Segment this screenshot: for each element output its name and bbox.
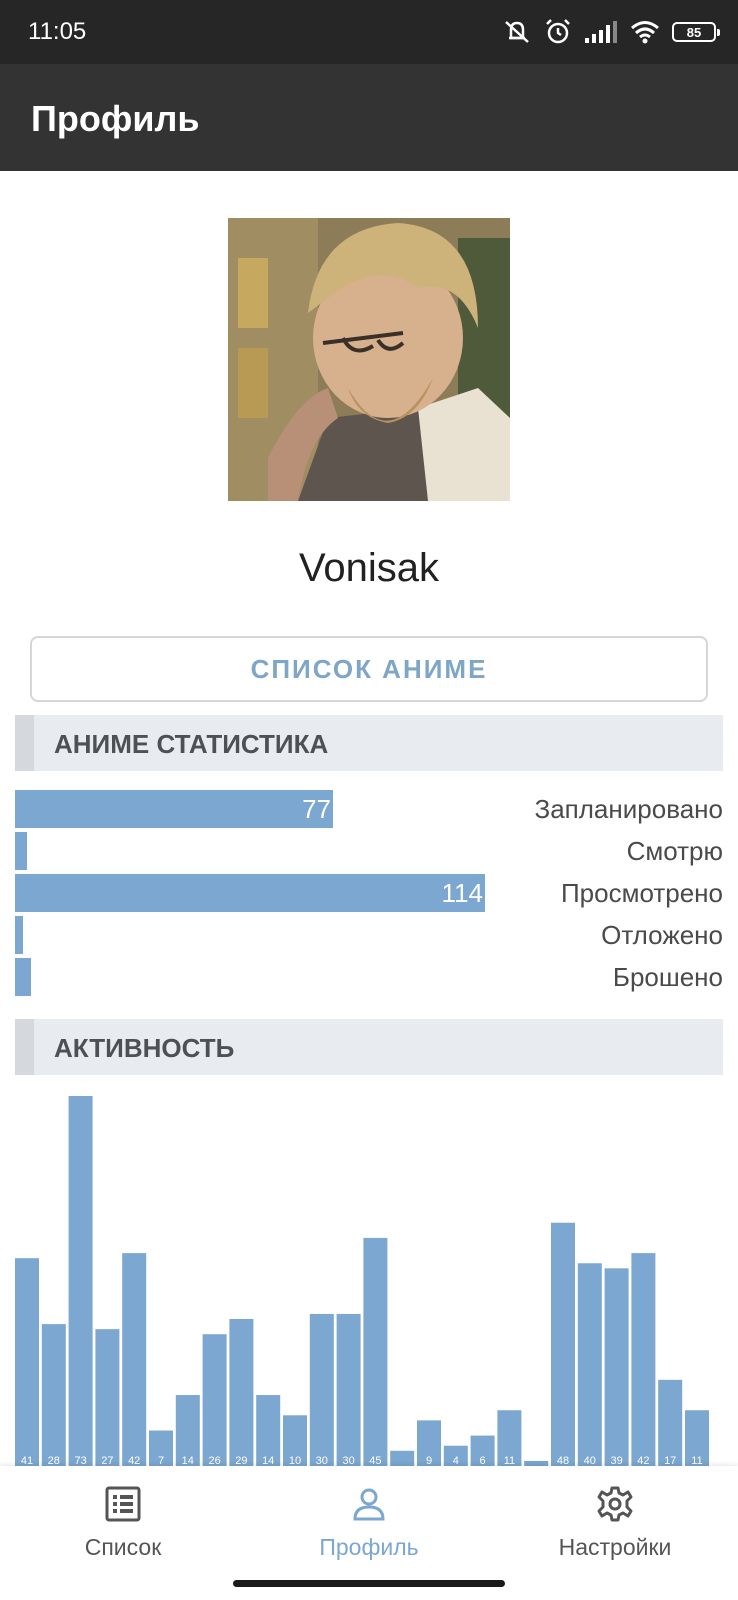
mute-icon [502, 18, 532, 46]
activity-bar-label: 27 [101, 1455, 113, 1466]
stat-bar [15, 958, 31, 996]
activity-bar-label: 11 [691, 1455, 702, 1466]
activity-chart: 41 28 73 27 42 7 14 26 29 14 10 30 30 45 9 4 6 11 48 40 39 42… [0, 1078, 738, 1466]
stats-section-title: АНИМЕ СТАТИСТИКА [54, 729, 329, 759]
activity-bar [363, 1237, 388, 1466]
username: Vonisak [298, 546, 440, 590]
activity-bar [122, 1253, 147, 1466]
activity-bar-label: 7 [158, 1455, 164, 1466]
activity-bar-label: 10 [289, 1455, 301, 1466]
status-bar: 11:05 85 [0, 0, 738, 64]
activity-bar [309, 1313, 334, 1466]
activity-bar-label: 30 [342, 1455, 354, 1466]
stat-label: Отложено [601, 920, 723, 950]
activity-bar-label: 11 [504, 1455, 515, 1466]
nav-item-list[interactable]: Список [0, 1466, 246, 1578]
stats-section-header: АНИМЕ СТАТИСТИКА [15, 715, 723, 771]
activity-bar [577, 1263, 602, 1466]
activity-bar-label: 17 [664, 1455, 676, 1466]
nav-label: Список [84, 1534, 162, 1560]
activity-bar-label: 41 [21, 1455, 33, 1466]
stat-bar [15, 832, 27, 870]
stat-row-planned: 77 Запланировано [15, 790, 723, 828]
activity-bar-label: 6 [480, 1455, 486, 1466]
activity-bar-label: 73 [74, 1455, 86, 1466]
activity-bar-label: 29 [235, 1455, 247, 1466]
activity-bar-label: 39 [610, 1455, 622, 1466]
activity-bar-label: 14 [262, 1455, 274, 1466]
activity-bar-label: 26 [208, 1455, 220, 1466]
activity-bar [68, 1096, 93, 1466]
activity-bar-label: 40 [584, 1455, 596, 1466]
avatar[interactable] [228, 218, 510, 501]
activity-bar [631, 1253, 656, 1466]
activity-bar-label: 45 [369, 1455, 381, 1466]
gear-icon [597, 1486, 633, 1522]
nav-item-profile[interactable]: Профиль [246, 1466, 492, 1578]
list-icon [105, 1486, 141, 1522]
stat-label: Запланировано [534, 794, 723, 824]
battery-icon: 85 [672, 22, 720, 42]
activity-bar-label: 42 [637, 1455, 649, 1466]
activity-bar [95, 1329, 120, 1466]
activity-bar [658, 1379, 683, 1466]
page-title: Профиль [31, 98, 200, 139]
stat-label: Брошено [612, 962, 723, 992]
activity-bar [336, 1313, 361, 1466]
status-time: 11:05 [28, 18, 87, 45]
wifi-icon [630, 20, 660, 44]
stat-row-on-hold: Отложено [15, 916, 723, 954]
stat-label: Просмотрено [560, 878, 723, 908]
stat-bar: 77 [15, 790, 333, 828]
stat-row-dropped: Брошено [15, 958, 723, 996]
person-icon [351, 1486, 387, 1522]
activity-bar-label: 9 [426, 1455, 432, 1466]
status-icons: 85 [502, 16, 720, 48]
activity-section-header: АКТИВНОСТЬ [15, 1019, 723, 1075]
home-indicator [233, 1580, 505, 1587]
activity-bar [41, 1324, 66, 1466]
activity-bar [551, 1222, 575, 1466]
activity-chart-svg: 41 28 73 27 42 7 14 26 29 14 10 30 30 45 9 4 6 11 48 40 39 42… [15, 1096, 709, 1466]
anime-list-button[interactable]: СПИСОК АНИМЕ [30, 636, 708, 702]
activity-bar-label: 14 [182, 1455, 194, 1466]
stat-row-completed: 114 Просмотрено [15, 874, 723, 912]
activity-bar-label: 30 [316, 1455, 328, 1466]
alarm-icon [544, 18, 572, 46]
app-bar: Профиль [0, 64, 738, 171]
stat-bar [15, 916, 23, 954]
activity-bar-label: 28 [48, 1455, 60, 1466]
stat-bar: 114 [15, 874, 485, 912]
activity-bar [202, 1334, 227, 1466]
activity-bar [604, 1268, 629, 1466]
activity-section-title: АКТИВНОСТЬ [54, 1033, 235, 1063]
activity-bar-label: 48 [557, 1455, 569, 1466]
activity-bar [229, 1319, 254, 1466]
nav-label: Настройки [558, 1534, 672, 1560]
activity-bar-label: 4 [453, 1455, 459, 1466]
nav-item-settings[interactable]: Настройки [492, 1466, 738, 1578]
activity-bar [15, 1258, 39, 1466]
battery-level: 85 [686, 24, 702, 40]
avatar-illustration [228, 218, 510, 501]
stat-label: Смотрю [626, 836, 723, 866]
activity-bar [390, 1450, 415, 1466]
activity-bar-label: 42 [128, 1455, 140, 1466]
stat-row-watching: Смотрю [15, 832, 723, 870]
nav-label: Профиль [319, 1534, 419, 1560]
signal-icon [584, 20, 618, 44]
